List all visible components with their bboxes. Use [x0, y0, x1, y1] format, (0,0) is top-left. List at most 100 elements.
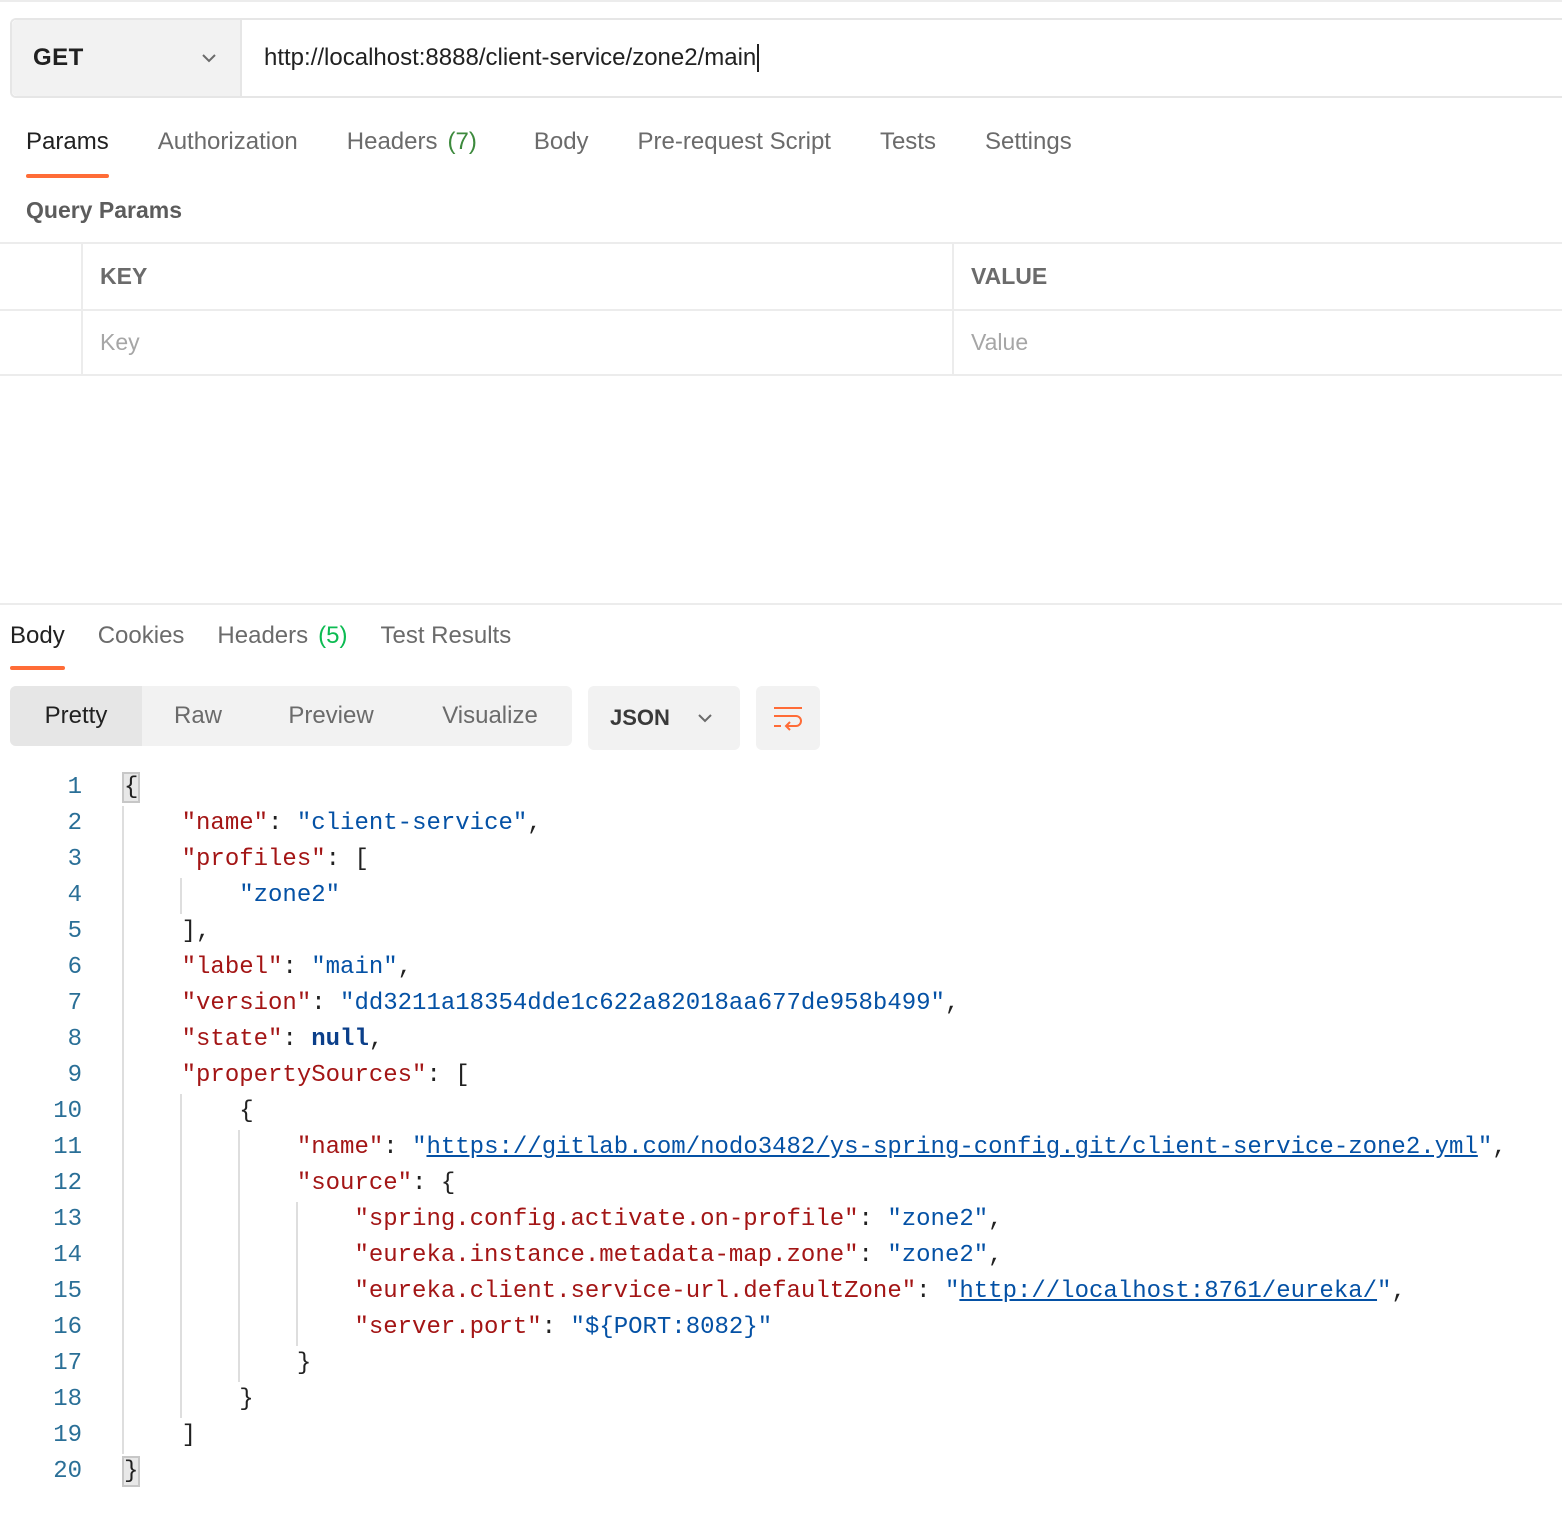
key-column-header: KEY [83, 244, 954, 309]
format-label: JSON [610, 705, 670, 730]
text-cursor [757, 44, 760, 72]
json-null: null [311, 1026, 369, 1053]
value-input[interactable]: Value [954, 311, 1562, 374]
code-line: 10 { [0, 1094, 1562, 1130]
json-key: "version" [181, 990, 312, 1017]
json-string: "${PORT:8082}" [570, 1314, 773, 1341]
code-content: "profiles": [ [181, 846, 369, 873]
request-tabs: Params Authorization Headers (7) Body Pre… [26, 128, 1121, 180]
tab-tests[interactable]: Tests [880, 128, 936, 180]
response-body-viewer[interactable]: 1{ 2 "name": "client-service", 3 "profil… [0, 770, 1562, 1490]
json-string: "zone2" [887, 1206, 989, 1233]
line-number: 3 [67, 846, 82, 873]
code-content: { [124, 1098, 254, 1125]
line-number: 19 [53, 1422, 82, 1449]
code-content: "spring.config.activate.on-profile": "zo… [354, 1206, 1003, 1233]
tab-label: Test Results [380, 622, 512, 649]
code-content: "name": "client-service", [181, 810, 542, 837]
pretty-button[interactable]: Pretty [10, 686, 142, 746]
json-key: "profiles" [181, 846, 326, 873]
code-content: ] [124, 1422, 197, 1449]
headers-count-badge: (5) [318, 622, 348, 649]
format-select[interactable]: JSON [588, 686, 740, 750]
tab-cookies[interactable]: Cookies [98, 622, 185, 670]
code-line: 9 "propertySources": [ [0, 1058, 1562, 1094]
tab-pre-request-script[interactable]: Pre-request Script [638, 128, 831, 180]
code-content: "zone2" [124, 878, 340, 914]
view-mode-group: Pretty Raw Preview Visualize [10, 686, 572, 746]
tab-body[interactable]: Body [534, 128, 589, 180]
line-number: 11 [53, 1134, 82, 1161]
line-number: 14 [53, 1242, 82, 1269]
tab-label: Settings [984, 128, 1072, 155]
json-key: "spring.config.activate.on-profile" [354, 1206, 859, 1233]
query-params-title: Query Params [26, 197, 182, 223]
code-content: "propertySources": [ [181, 1062, 470, 1089]
query-params-table: KEY VALUE Key Value [0, 242, 1562, 376]
json-key: "propertySources" [181, 1062, 427, 1089]
tab-label: Cookies [97, 622, 185, 649]
method-select[interactable]: GET [12, 20, 242, 96]
tab-response-headers[interactable]: Headers (5) [217, 622, 347, 670]
json-key: "label" [181, 954, 283, 981]
code-line: 3 "profiles": [ [0, 842, 1562, 878]
json-link[interactable]: https://gitlab.com/nodo3482/ys-spring-co… [426, 1134, 1477, 1161]
tab-headers[interactable]: Headers (7) [347, 128, 477, 180]
tab-settings[interactable]: Settings [985, 128, 1072, 180]
line-number: 4 [67, 882, 82, 909]
json-key: "eureka.client.service-url.defaultZone" [354, 1278, 917, 1305]
code-line: 13 "spring.config.activate.on-profile": … [0, 1202, 1562, 1238]
code-line: 14 "eureka.instance.metadata-map.zone": … [0, 1238, 1562, 1274]
tab-test-results[interactable]: Test Results [380, 622, 511, 670]
tab-label: Authorization [157, 128, 298, 155]
code-line: 7 "version": "dd3211a18354dde1c622a82018… [0, 986, 1562, 1022]
tab-label: Headers [217, 622, 309, 649]
json-link[interactable]: http://localhost:8761/eureka/ [959, 1278, 1377, 1305]
line-number: 20 [53, 1458, 82, 1485]
brace-match: } [121, 1456, 141, 1487]
line-number: 18 [53, 1386, 82, 1413]
json-key: "source" [296, 1170, 413, 1197]
top-divider [0, 0, 1562, 2]
json-key: "name" [296, 1134, 384, 1161]
line-number: 1 [67, 774, 82, 801]
line-number: 7 [67, 990, 82, 1017]
json-key: "eureka.instance.metadata-map.zone" [354, 1242, 859, 1269]
line-number: 9 [67, 1062, 82, 1089]
visualize-button[interactable]: Visualize [408, 686, 572, 746]
key-input[interactable]: Key [83, 311, 954, 374]
code-line: 6 "label": "main", [0, 950, 1562, 986]
tab-authorization[interactable]: Authorization [158, 128, 298, 180]
code-line: 18 } [0, 1382, 1562, 1418]
table-row: Key Value [0, 309, 1562, 376]
code-line: 5 ], [0, 914, 1562, 950]
json-string: "dd3211a18354dde1c622a82018aa677de958b49… [340, 990, 945, 1017]
code-line: 16 "server.port": "${PORT:8082}" [0, 1310, 1562, 1346]
code-line: 2 "name": "client-service", [0, 806, 1562, 842]
chevron-down-icon [202, 54, 216, 63]
preview-button[interactable]: Preview [254, 686, 408, 746]
raw-button[interactable]: Raw [142, 686, 254, 746]
line-number: 16 [53, 1314, 82, 1341]
method-label: GET [33, 44, 84, 71]
code-line: 15 "eureka.client.service-url.defaultZon… [0, 1274, 1562, 1310]
json-key: "server.port" [354, 1314, 542, 1341]
code-content: "eureka.instance.metadata-map.zone": "zo… [354, 1242, 1003, 1269]
value-column-header: VALUE [971, 263, 1048, 289]
line-number: 8 [67, 1026, 82, 1053]
code-content: } [124, 1350, 312, 1377]
code-line: 1{ [0, 770, 1562, 806]
line-number: 10 [53, 1098, 82, 1125]
code-content: { [121, 770, 141, 806]
tab-response-body[interactable]: Body [10, 622, 65, 670]
tab-label: Body [10, 622, 65, 649]
code-content: } [124, 1386, 254, 1413]
line-number: 13 [53, 1206, 82, 1233]
url-input[interactable]: http://localhost:8888/client-service/zon… [242, 20, 1562, 96]
tab-params[interactable]: Params [26, 128, 109, 180]
line-number: 2 [67, 810, 82, 837]
code-content: } [121, 1454, 141, 1490]
pane-divider[interactable] [0, 603, 1562, 605]
wrap-lines-button[interactable] [756, 686, 820, 750]
json-string: "zone2" [239, 882, 341, 909]
